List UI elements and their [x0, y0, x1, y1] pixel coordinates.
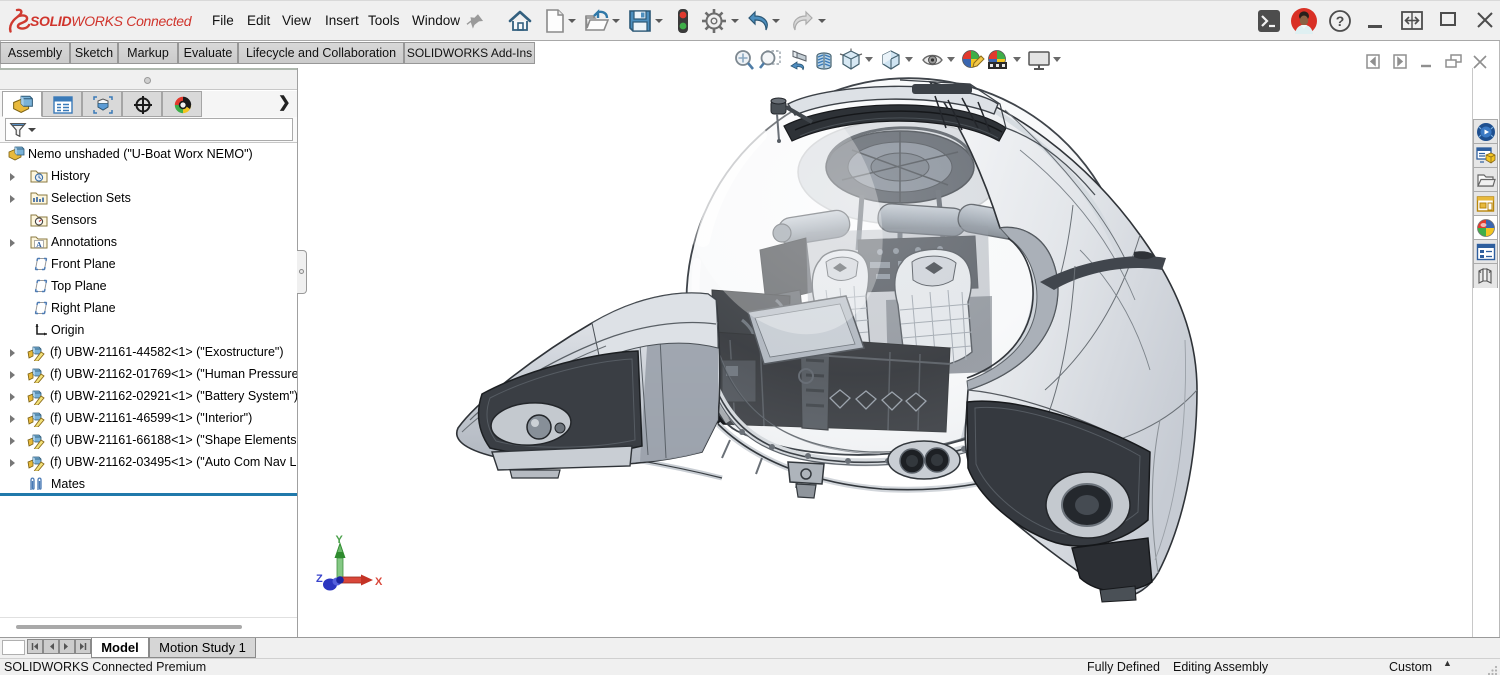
svg-text:Y: Y: [336, 534, 344, 546]
svg-text:Z: Z: [316, 573, 323, 585]
svg-text:X: X: [375, 576, 383, 588]
svg-text:A: A: [36, 240, 42, 249]
svg-text:?: ?: [1336, 13, 1345, 29]
